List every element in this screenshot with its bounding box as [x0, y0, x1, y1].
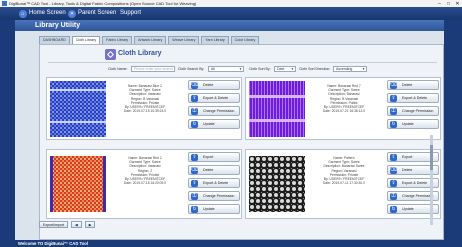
- cloth-info: Name: Pattern Garment Type: Saree Descript…: [323, 156, 365, 186]
- divider: [48, 62, 437, 63]
- refresh-icon: ↻: [191, 206, 198, 213]
- search-by-select[interactable]: All ▼: [208, 66, 244, 72]
- cloth-card[interactable]: Name: Banarasi Red 2 Garment Type: Saree D…: [46, 149, 242, 219]
- refresh-icon: ↻: [390, 206, 397, 213]
- card-actions: ⇧ Export ⌫ Delete ⇪ Export & Delete ⚿ Change…: [188, 152, 240, 217]
- export-icon: ⇪: [390, 95, 397, 102]
- next-page-button[interactable]: ▶: [84, 221, 96, 228]
- cloth-card[interactable]: Name: Pattern Garment Type: Saree Descript…: [245, 149, 441, 219]
- delete-icon: ⌫: [390, 82, 398, 89]
- scrollbar[interactable]: [430, 135, 433, 225]
- cloth-thumbnail[interactable]: [249, 153, 305, 215]
- close-icon: ✕: [68, 9, 76, 18]
- card-actions: ⌫ Delete ⇪ Export & Delete ⚿ Change Permiss…: [188, 80, 240, 132]
- window-titlebar: DigiBunai™ CAD Tool - Library, Tools & D…: [0, 0, 462, 7]
- cloth-thumbnail[interactable]: [50, 153, 106, 215]
- app-window: DigiBunai™ CAD Tool - Library, Tools & D…: [0, 0, 462, 247]
- sort-direction-label: Cloth Sort Direction:: [299, 67, 331, 71]
- cloth-thumbnail[interactable]: [50, 81, 106, 137]
- panel-header: Library Utility: [15, 20, 444, 31]
- search-by-label: Cloth Search By:: [178, 67, 205, 71]
- cloth-name-label: Cloth Name:: [108, 67, 128, 71]
- cloth-info: Name: Banarasi Blue 2 Garment Type: Saree…: [123, 84, 167, 114]
- scrollbar-thumb[interactable]: [430, 145, 433, 170]
- parent-screen-button[interactable]: ✕ Parent Screen: [68, 7, 116, 20]
- update-button[interactable]: ↻ Update: [387, 119, 439, 129]
- tab-fabric-library[interactable]: Fabric Library: [102, 36, 133, 44]
- cloth-info: Name: Banarasi Red 2 Garment Type: Saree D…: [123, 156, 167, 186]
- cloth-name-input[interactable]: Please enter your search: [131, 66, 175, 72]
- refresh-icon: ↻: [390, 121, 397, 128]
- change-permission-button[interactable]: ⚿ Change Permission: [188, 106, 240, 116]
- chevron-down-icon: ▼: [239, 67, 242, 71]
- support-button[interactable]: Support: [120, 7, 141, 20]
- home-icon: ⌂: [19, 9, 27, 18]
- sort-by-label: Cloth Sort By:: [249, 67, 271, 71]
- change-permission-button[interactable]: ⚿ Change Permission: [188, 191, 240, 201]
- export-delete-button[interactable]: ⇪ Export & Delete: [387, 93, 439, 103]
- delete-icon: ⌫: [390, 167, 398, 174]
- top-navigation: ⌂ Home Screen ✕ Parent Screen Support: [0, 7, 462, 20]
- export-delete-button[interactable]: ⇪ Export & Delete: [188, 93, 240, 103]
- sort-by-select[interactable]: Date ▼: [274, 66, 296, 72]
- export-delete-button[interactable]: ⇪ Export & Delete: [188, 178, 240, 188]
- tab-color-library[interactable]: Color Library: [230, 36, 260, 44]
- welcome-status: Welcome TO DigiBunai™ CAD Tool: [18, 241, 89, 246]
- refresh-icon: ↻: [191, 121, 198, 128]
- update-button[interactable]: ↻ Update: [188, 119, 240, 129]
- lock-icon: ⚿: [191, 193, 198, 200]
- cloth-card[interactable]: Name: Banarasi Blue 2 Garment Type: Saree…: [46, 77, 242, 140]
- export-button[interactable]: ⇧ Export: [188, 152, 240, 162]
- delete-button[interactable]: ⌫ Delete: [188, 165, 240, 175]
- delete-button[interactable]: ⌫ Delete: [188, 80, 240, 90]
- library-tabs: DASHBOARD Cloth Library Fabric Library A…: [39, 36, 261, 45]
- export-icon: ⇧: [390, 154, 397, 161]
- home-screen-button[interactable]: ⌂ Home Screen: [19, 7, 66, 20]
- export-icon: ⇪: [390, 180, 397, 187]
- window-controls: – □ ✕: [435, 0, 462, 7]
- cloth-thumbnail[interactable]: [249, 81, 305, 137]
- delete-button[interactable]: ⌫ Delete: [387, 80, 439, 90]
- library-panel: Library Utility DASHBOARD Cloth Library …: [15, 20, 444, 240]
- lock-icon: ⚿: [191, 108, 198, 115]
- cloth-card[interactable]: Name: Banarasi Red 7 Garment Type: Saree D…: [245, 77, 441, 140]
- lock-icon: ⚿: [390, 108, 397, 115]
- tab-artwork-library[interactable]: Artwork Library: [134, 36, 167, 44]
- update-button[interactable]: ↻ Update: [188, 204, 240, 214]
- sort-direction-select[interactable]: Ascending ▼: [333, 66, 367, 72]
- cloth-info: Name: Banarasi Red 7 Garment Type: Saree D…: [322, 84, 366, 114]
- change-permission-button[interactable]: ⚿ Change Permission: [387, 106, 439, 116]
- delete-icon: ⌫: [191, 82, 199, 89]
- export-icon: ⇧: [191, 154, 198, 161]
- window-title: DigiBunai™ CAD Tool - Library, Tools & D…: [9, 1, 197, 6]
- delete-icon: ⌫: [191, 167, 199, 174]
- bottom-bar: Export/Import ◀ ▶: [39, 221, 96, 228]
- export-icon: ⇪: [191, 180, 198, 187]
- chevron-down-icon: ▼: [291, 67, 294, 71]
- cloth-icon: [105, 49, 116, 60]
- export-icon: ⇪: [191, 95, 198, 102]
- chevron-down-icon: ▼: [362, 67, 365, 71]
- tab-dashboard[interactable]: DASHBOARD: [39, 36, 70, 44]
- prev-page-button[interactable]: ◀: [71, 221, 82, 228]
- lock-icon: ⚿: [390, 193, 397, 200]
- export-import-button[interactable]: Export/Import: [39, 221, 69, 228]
- card-actions: ⌫ Delete ⇪ Export & Delete ⚿ Change Permiss…: [387, 80, 439, 132]
- cloth-library-content: Cloth Library Cloth Name: Please enter y…: [39, 44, 444, 240]
- section-title: Cloth Library: [118, 50, 162, 57]
- tab-yarn-library[interactable]: Yarn Library: [201, 36, 229, 44]
- app-icon: [2, 1, 7, 6]
- tab-weave-library[interactable]: Weave Library: [168, 36, 200, 44]
